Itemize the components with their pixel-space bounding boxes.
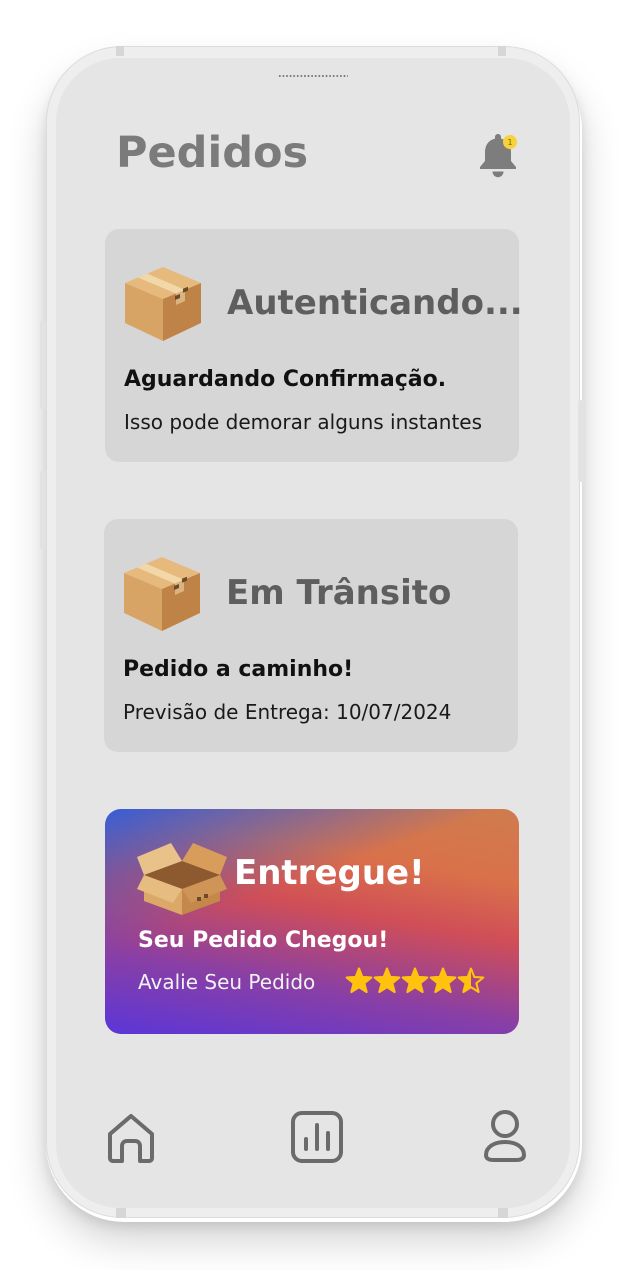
order-subtitle: Pedido a caminho! [123,657,354,682]
page-title: Pedidos [116,128,309,178]
order-status: Entregue! [234,853,425,893]
home-icon[interactable] [104,1110,158,1166]
order-card-delivered[interactable]: Entregue! Seu Pedido Chegou! Avalie Seu … [105,809,519,1034]
package-open-icon [137,843,227,915]
antenna-band [116,46,124,56]
star-fill [346,967,372,994]
notifications-button[interactable]: 1 [476,130,520,180]
package-closed-icon [125,267,201,341]
power-button [578,400,586,482]
volume-button [40,320,46,410]
notification-badge-count: 1 [507,138,512,147]
package-closed-icon [124,557,200,631]
star-fill [402,967,428,994]
order-subtitle: Aguardando Confirmação. [124,367,447,392]
antenna-band [116,1208,126,1218]
rating-stars[interactable] [345,967,485,995]
antenna-band [498,46,506,56]
order-description: Isso pode demorar alguns instantes [124,410,483,434]
order-description: Previsão de Entrega: 10/07/2024 [123,700,452,724]
order-subtitle: Seu Pedido Chegou! [138,928,389,953]
order-card-in-transit[interactable]: Em Trânsito Pedido a caminho! Previsão d… [104,519,518,752]
order-status: Autenticando... [227,283,523,323]
earpiece-speaker [278,74,348,78]
order-status: Em Trânsito [226,573,452,613]
antenna-band [498,1208,508,1218]
bell-icon: 1 [480,134,517,178]
volume-button-2 [40,470,46,550]
star-fill [430,967,456,994]
rate-order-link[interactable]: Avalie Seu Pedido [138,970,315,994]
chart-icon[interactable] [289,1109,345,1165]
star-fill [374,967,400,994]
user-icon[interactable] [480,1107,530,1165]
order-card-authenticating[interactable]: Autenticando... Aguardando Confirmação. … [105,229,523,462]
